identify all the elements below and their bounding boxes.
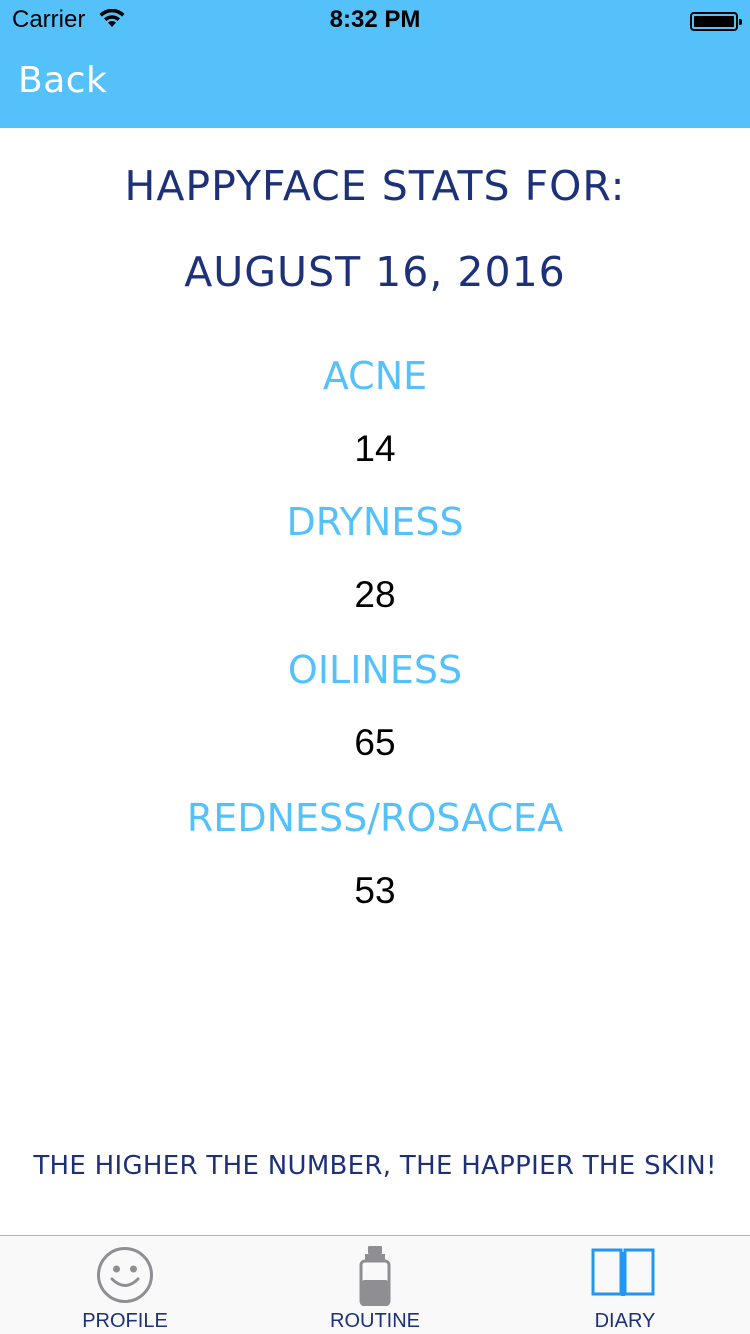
navigation-bar: Back [0,40,750,128]
page-date: AUGUST 16, 2016 [184,248,566,296]
status-time: 8:32 PM [329,6,421,33]
stat-label-dryness: DRYNESS [286,500,464,544]
status-bar: Carrier 8:32 PM [0,0,750,40]
battery-icon [690,12,742,31]
smiley-icon [96,1246,154,1308]
tab-routine-label: ROUTINE [330,1310,420,1332]
stat-value-redness: 53 [354,870,396,911]
stat-label-oiliness: OILINESS [287,648,463,692]
tab-routine[interactable]: ROUTINE [250,1236,500,1334]
tab-profile[interactable]: PROFILE [0,1236,250,1334]
tab-diary-label: DIARY [594,1310,656,1332]
book-icon [591,1246,655,1302]
page-title: HAPPYFACE STATS FOR: [124,162,626,210]
tab-bar: PROFILE ROUTINE DIARY [0,1235,750,1334]
stat-value-oiliness: 65 [354,722,396,763]
stat-value-acne: 14 [354,428,396,469]
stat-label-acne: ACNE [322,354,428,398]
tab-diary[interactable]: DIARY [500,1236,750,1334]
stat-value-dryness: 28 [354,574,396,615]
back-button[interactable]: Back [18,60,107,101]
footer-note: THE HIGHER THE NUMBER, THE HAPPIER THE S… [33,1151,717,1181]
tab-profile-label: PROFILE [82,1310,168,1332]
bottle-icon [359,1246,391,1310]
stat-label-redness: REDNESS/ROSACEA [186,796,564,840]
